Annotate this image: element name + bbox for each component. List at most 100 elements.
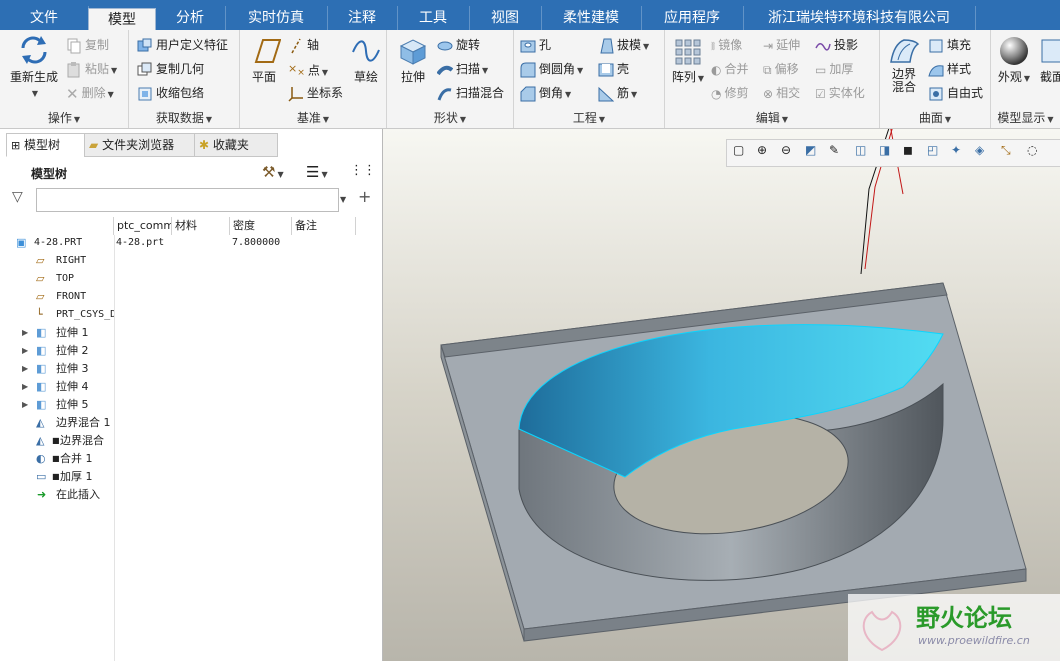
expand-icon[interactable]: ▶ [22, 360, 28, 378]
tree-row-front[interactable]: ▱ FRONT [0, 288, 382, 306]
annotation-display-icon[interactable]: ◈ [975, 143, 984, 157]
sketch-button[interactable]: 草绘 [348, 36, 384, 85]
tree-row-extrude-3[interactable]: ▶ ◧ 拉伸 3 [0, 360, 382, 378]
intersect-button[interactable]: ⊗ 相交 [763, 82, 800, 104]
tree-row-extrude-5[interactable]: ▶ ◧ 拉伸 5 [0, 396, 382, 414]
revolve-button[interactable]: 旋转 [437, 34, 480, 56]
thicken-button[interactable]: ▭ 加厚 [815, 58, 853, 80]
axis-button[interactable]: 轴 [288, 34, 319, 56]
hole-button[interactable]: 孔 [520, 34, 551, 56]
style-button[interactable]: 样式 [928, 58, 971, 80]
tab-company[interactable]: 浙江瑞埃特环境科技有限公司 [743, 6, 976, 30]
csys-button[interactable]: 坐标系 [288, 82, 343, 104]
tree-tools-button[interactable]: ⚒ ▼ [262, 163, 284, 181]
saved-views-icon[interactable]: ◫ [855, 143, 866, 157]
expand-icon[interactable]: ▶ [22, 378, 28, 396]
rib-button[interactable]: 筋 ▼ [598, 82, 637, 104]
tab-applications[interactable]: 应用程序 [641, 6, 744, 30]
appearance-display-icon[interactable]: ◌ [1027, 143, 1037, 157]
copy-geometry-button[interactable]: 复制几何 [137, 58, 204, 80]
tree-columns-button[interactable]: ⋮⋮ [350, 163, 376, 178]
datum-display-icon[interactable]: ⤡ [1001, 143, 1011, 158]
boundary-blend-button[interactable]: 边界 混合 [884, 36, 924, 94]
tab-favorites[interactable]: ✱ 收藏夹 [194, 133, 278, 157]
tree-row-extrude-2[interactable]: ▶ ◧ 拉伸 2 [0, 342, 382, 360]
tree-row-boundary-blend-2[interactable]: ◭ ■ 边界混合 [0, 432, 382, 450]
paste-button[interactable]: 粘贴 ▼ [66, 58, 117, 80]
tab-realtime-sim[interactable]: 实时仿真 [225, 6, 328, 30]
project-button[interactable]: 投影 [815, 34, 858, 56]
tree-row-csys[interactable]: └ PRT_CSYS_DEF [0, 306, 382, 324]
spin-center-icon[interactable]: ✦ [951, 143, 961, 157]
tab-file[interactable]: 文件 [0, 6, 89, 30]
perspective-icon[interactable]: ◰ [927, 143, 938, 157]
extend-button[interactable]: ⇥ 延伸 [763, 34, 800, 56]
expand-icon[interactable]: ▶ [22, 324, 28, 342]
copy-button[interactable]: 复制 [66, 34, 109, 56]
column-header-tree[interactable] [0, 217, 114, 235]
tab-flexible-modeling[interactable]: 柔性建模 [541, 6, 642, 30]
tab-annotate[interactable]: 注释 [327, 6, 398, 30]
plane-button[interactable]: 平面 [244, 36, 284, 85]
pattern-button[interactable]: 阵列 ▼ [669, 38, 707, 85]
offset-button[interactable]: ⧉ 偏移 [763, 58, 799, 80]
column-header-material[interactable]: 材料 [172, 217, 230, 235]
zoom-fit-icon[interactable]: ▢ [733, 143, 744, 157]
tree-row-insert-here[interactable]: ➜ 在此插入 [0, 486, 382, 504]
chamfer-button[interactable]: 倒角 ▼ [520, 82, 571, 104]
column-header-notes[interactable]: 备注 [292, 217, 356, 235]
tab-model[interactable]: 模型 [88, 8, 156, 31]
solidify-button[interactable]: ☑ 实体化 [815, 82, 865, 104]
tab-analysis[interactable]: 分析 [155, 6, 226, 30]
zoom-in-icon[interactable]: ⊕ [757, 143, 767, 157]
tab-tools[interactable]: 工具 [397, 6, 470, 30]
tree-search-input[interactable] [36, 188, 339, 212]
expand-icon[interactable]: ▶ [22, 342, 28, 360]
appearance-button[interactable]: 外观 ▼ [995, 36, 1033, 85]
round-button[interactable]: 倒圆角 ▼ [520, 58, 583, 80]
expand-icon[interactable]: ▶ [22, 396, 28, 414]
draft-button[interactable]: 拔模 ▼ [598, 34, 649, 56]
column-header-common-name[interactable]: ptc_common_name [114, 217, 172, 235]
freestyle-button[interactable]: 自由式 [928, 82, 983, 104]
tree-row-extrude-1[interactable]: ▶ ◧ 拉伸 1 [0, 324, 382, 342]
shell-button[interactable]: 壳 [598, 58, 629, 80]
add-filter-button[interactable]: + [358, 187, 371, 206]
zoom-out-icon[interactable]: ⊖ [781, 143, 791, 157]
section-button[interactable]: 截面 [1037, 36, 1060, 85]
tab-model-tree[interactable]: ⊞ 模型树 [6, 133, 90, 157]
tree-row-thicken-1[interactable]: ▭ ■ 加厚 1 [0, 468, 382, 486]
tree-row-part[interactable]: ▣ 4-28.PRT 4-28.prt 7.800000 [0, 234, 382, 252]
point-button[interactable]: ×× 点 ▼ [288, 58, 328, 80]
regenerate-button[interactable]: 重新生成▼ [6, 34, 62, 99]
model-3d-render[interactable] [383, 129, 1060, 661]
tree-row-boundary-blend-1[interactable]: ◭ 边界混合 1 [0, 414, 382, 432]
tree-row-top[interactable]: ▱ TOP [0, 270, 382, 288]
tree-settings-button[interactable]: ☰ ▼ [306, 163, 328, 181]
graphics-viewport[interactable]: ▢ ⊕ ⊖ ◩ ✎ ◫ ◨ ◼ ◰ ✦ ◈ ⤡ ◌ 野火论坛 www.proew… [383, 129, 1060, 661]
fill-button[interactable]: 填充 [928, 34, 971, 56]
tree-row-right[interactable]: ▱ RIGHT [0, 252, 382, 270]
tab-folder-browser[interactable]: ▰ 文件夹浏览器 [84, 133, 198, 157]
mirror-button[interactable]: ⧚ 镜像 [711, 34, 742, 56]
repaint-icon[interactable]: ◩ [805, 143, 816, 157]
tree-row-extrude-4[interactable]: ▶ ◧ 拉伸 4 [0, 378, 382, 396]
tree-row-merge-1[interactable]: ◐ ■ 合并 1 [0, 450, 382, 468]
trim-button[interactable]: ◔ 修剪 [711, 82, 749, 104]
merge-button[interactable]: ◐ 合并 [711, 58, 749, 80]
fill-icon [929, 39, 943, 52]
udf-button[interactable]: 用户定义特征 [137, 34, 228, 56]
tab-view[interactable]: 视图 [469, 6, 542, 30]
extrude-button[interactable]: 拉伸 [393, 36, 433, 85]
display-style-icon[interactable]: ◼ [903, 143, 913, 157]
filter-dropdown[interactable]: ▼ [338, 191, 346, 205]
orient-icon[interactable]: ✎ [829, 143, 839, 157]
sweep-button[interactable]: 扫描 ▼ [437, 58, 488, 80]
shrinkwrap-button[interactable]: 收缩包络 [137, 82, 204, 104]
delete-button[interactable]: ✕ 删除 ▼ [66, 82, 114, 104]
filter-button[interactable]: ▽ [12, 189, 23, 205]
column-header-density[interactable]: 密度 [230, 217, 292, 235]
appearance-sphere-icon [1000, 37, 1028, 65]
swept-blend-button[interactable]: 扫描混合 [437, 82, 504, 104]
section-view-icon[interactable]: ◨ [879, 143, 890, 157]
